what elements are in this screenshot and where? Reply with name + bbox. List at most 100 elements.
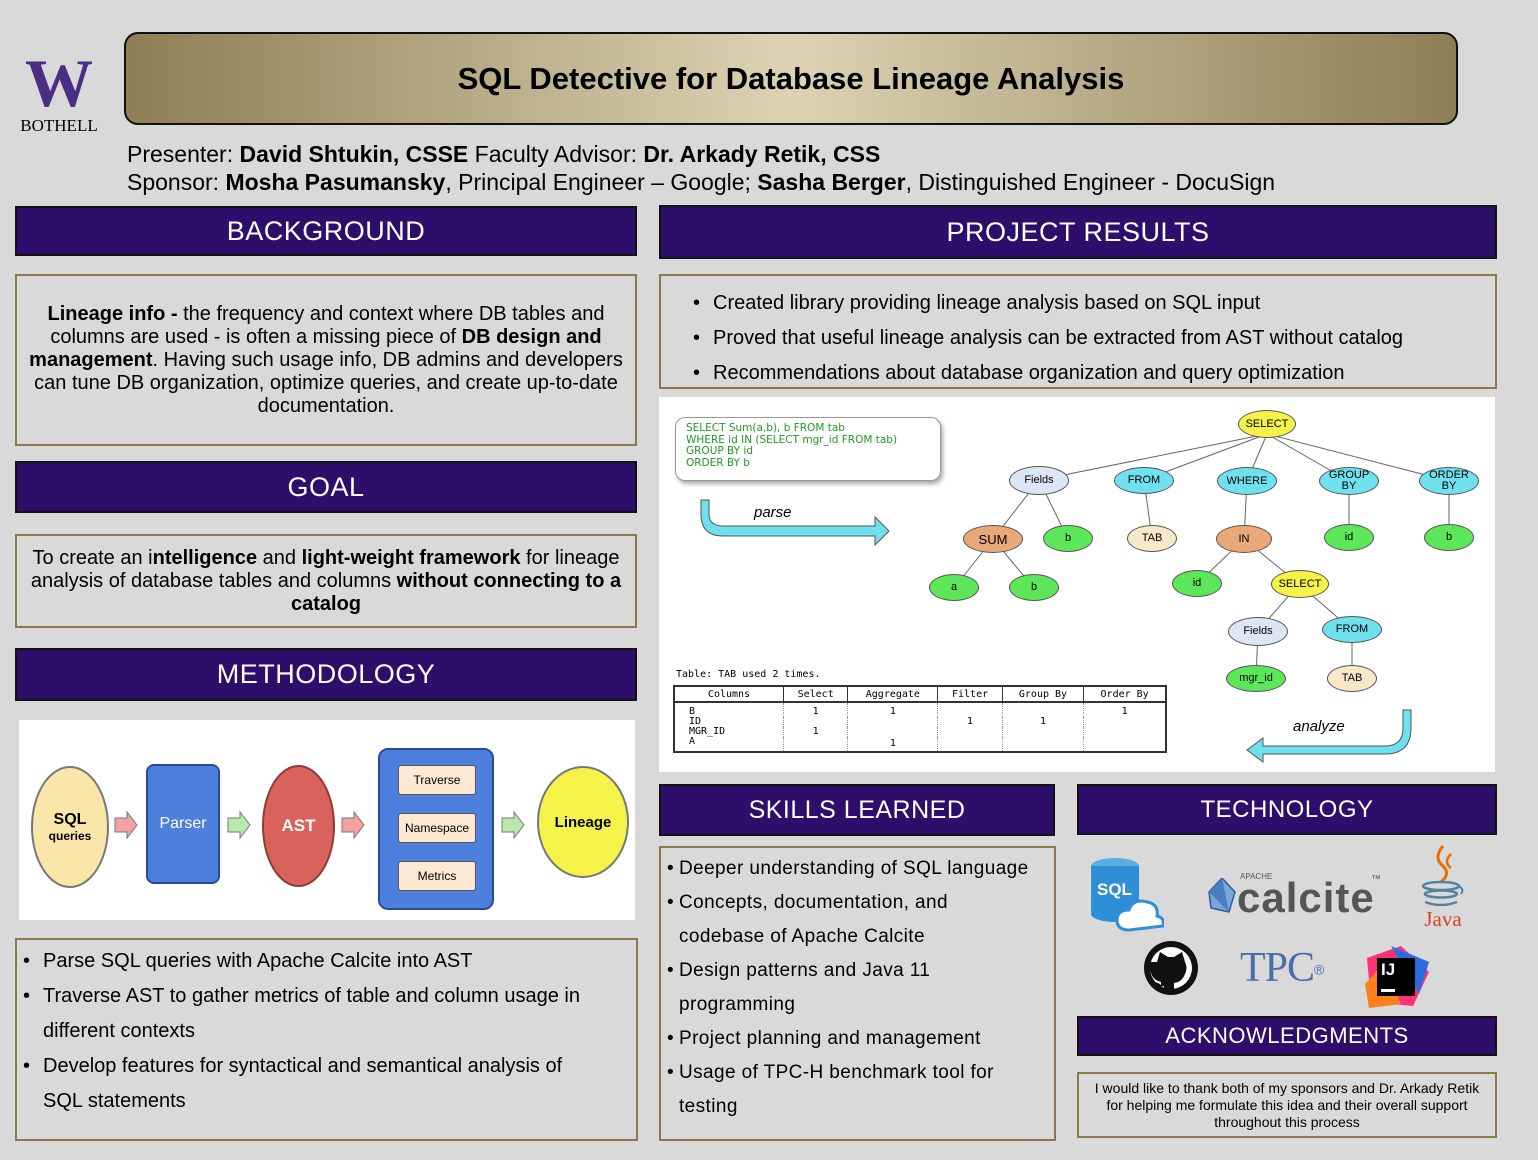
apache-calcite-logo: APACHE calcite ™ <box>1207 870 1381 921</box>
tree-node-in: IN <box>1216 525 1272 553</box>
ast-node: AST <box>262 765 335 887</box>
ast-node-label: AST <box>281 816 316 835</box>
table-cell: 1 <box>782 702 849 717</box>
tree-node-a: a <box>929 574 979 601</box>
table-cell <box>847 727 939 737</box>
tree-node-where: WHERE <box>1217 467 1277 495</box>
tpc-label: TPC <box>1240 945 1315 991</box>
goal-bold-2: light-weight framework <box>301 546 521 569</box>
lineage-table-caption: Table: TAB used 2 times. <box>676 669 821 680</box>
results-heading-text: PROJECT RESULTS <box>946 216 1210 247</box>
table-header: Order By <box>1083 685 1167 703</box>
table-header: Aggregate <box>847 685 939 703</box>
table-cell <box>1001 737 1085 752</box>
table-cell <box>937 702 1003 717</box>
methodology-item: Develop features for syntactical and sem… <box>17 1049 622 1119</box>
sql-node-label: SQL <box>53 811 87 828</box>
table-cell: 1 <box>847 737 939 752</box>
sponsor-label: Sponsor: <box>127 169 226 195</box>
tree-node-id: id <box>1324 524 1374 551</box>
github-logo <box>1143 940 1199 996</box>
tree-node-orderby: ORDER BY <box>1419 467 1479 495</box>
poster-title: SQL Detective for Database Lineage Analy… <box>457 60 1125 96</box>
java-cup-icon <box>1421 845 1464 907</box>
methodology-heading-text: METHODOLOGY <box>216 659 436 689</box>
sponsor1-role: , Principal Engineer – Google; <box>445 169 758 195</box>
table-cell: B <box>673 702 784 717</box>
tree-node-select: SELECT <box>1271 570 1329 598</box>
table-row: A 1 <box>673 737 1167 752</box>
intellij-logo: IJ <box>1361 944 1431 1010</box>
tree-node-b: b <box>1009 574 1059 601</box>
methodology-item: Traverse AST to gather metrics of table … <box>17 979 622 1049</box>
lineage-table: Columns Select Aggregate Filter Group By… <box>673 685 1167 753</box>
table-cell <box>847 717 939 727</box>
goal-bold-1: ntelligence <box>152 546 258 569</box>
table-cell <box>937 737 1003 752</box>
results-heading: PROJECT RESULTS <box>659 205 1497 259</box>
goal-text-2: and <box>257 546 302 569</box>
skills-item: Usage of TPC-H benchmark tool for testin… <box>661 1056 1054 1124</box>
logo-w: W <box>25 45 93 121</box>
tree-node-from: FROM <box>1114 467 1174 494</box>
goal-text-1: To create an i <box>32 546 153 569</box>
tree-node-groupby: GROUP BY <box>1319 467 1379 495</box>
intellij-label: IJ <box>1381 960 1396 979</box>
java-logo: Java <box>1413 844 1473 934</box>
people-line-2: Sponsor: Mosha Pasumansky, Principal Eng… <box>127 169 1275 196</box>
tpc-reg: ® <box>1314 961 1325 978</box>
technology-heading: TECHNOLOGY <box>1077 784 1497 835</box>
technology-logos: SQL APACHE calcite ™ Java TPC® IJ <box>1077 840 1497 1016</box>
intellij-icon <box>1365 946 1429 1008</box>
goal-heading-text: GOAL <box>287 471 365 502</box>
traverse-label: Traverse <box>413 773 461 787</box>
technology-heading-text: TECHNOLOGY <box>1200 795 1374 823</box>
goal-text: To create an intelligence and light-weig… <box>17 547 635 616</box>
table-cell: 1 <box>1083 702 1167 717</box>
skills-list: Deeper understanding of SQL language Con… <box>661 852 1054 1124</box>
tree-node-tab: TAB <box>1327 665 1377 692</box>
github-octocat-icon <box>1144 941 1198 995</box>
table-cell <box>782 737 849 752</box>
poster-title-bar: SQL Detective for Database Lineage Analy… <box>124 32 1458 125</box>
arrow-box-lineage <box>501 810 525 840</box>
table-cell: 1 <box>1001 717 1085 727</box>
skills-heading: SKILLS LEARNED <box>659 784 1055 836</box>
traverse-box: Traverse <box>398 765 476 795</box>
sql-logo-text: SQL <box>1097 880 1132 899</box>
skills-heading-text: SKILLS LEARNED <box>748 795 966 824</box>
uw-logo: W BOTHELL <box>14 45 104 136</box>
sql-database-icon: SQL <box>1089 856 1165 934</box>
parse-label: parse <box>754 504 792 521</box>
calcite-crystal-icon <box>1208 878 1236 913</box>
acknowledgments-box: I would like to thank both of my sponsor… <box>1077 1072 1497 1138</box>
namespace-label: Namespace <box>404 821 470 835</box>
table-cell <box>1083 727 1167 737</box>
methodology-diagram: SQL queries Parser AST Traverse Namespac… <box>19 720 635 920</box>
queries-node-label: queries <box>48 829 92 843</box>
calcite-label: calcite <box>1237 874 1375 921</box>
parse-arrow <box>700 499 890 547</box>
arrow-sql-parser <box>114 810 138 840</box>
acknowledgments-heading: ACKNOWLEDGMENTS <box>1077 1016 1497 1056</box>
results-item: Recommendations about database organizat… <box>687 356 1495 391</box>
parser-node-label: Parser <box>159 815 207 832</box>
goal-heading: GOAL <box>15 461 637 513</box>
methodology-heading: METHODOLOGY <box>15 648 637 701</box>
tree-node-tab: TAB <box>1127 525 1177 552</box>
metrics-label: Metrics <box>417 869 457 883</box>
methodology-item: Parse SQL queries with Apache Calcite in… <box>17 944 622 979</box>
methodology-box: Parse SQL queries with Apache Calcite in… <box>15 938 638 1141</box>
table-header: Select <box>782 685 849 703</box>
people-line-1: Presenter: David Shtukin, CSSE Faculty A… <box>127 141 880 168</box>
calcite-tm: ™ <box>1371 874 1381 885</box>
lineage-node-label: Lineage <box>554 813 612 831</box>
acknowledgments-text: I would like to thank both of my sponsor… <box>1094 1079 1480 1130</box>
advisor-name: Dr. Arkady Retik, CSS <box>643 141 881 167</box>
skills-item: Deeper understanding of SQL language <box>661 852 1054 886</box>
table-cell <box>1001 702 1085 717</box>
arrow-ast-box <box>341 810 365 840</box>
sponsor1-name: Mosha Pasumansky <box>225 169 446 195</box>
tree-node-b: b <box>1424 524 1474 551</box>
tree-node-select: SELECT <box>1238 410 1296 438</box>
